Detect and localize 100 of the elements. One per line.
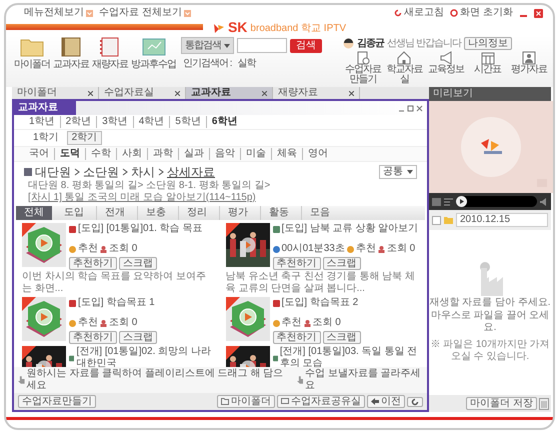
- filter-tab[interactable]: 모음: [301, 206, 338, 220]
- caret-icon: [224, 44, 230, 48]
- footer-button[interactable]: [407, 396, 423, 406]
- item-action-button[interactable]: 추천하기: [272, 257, 320, 270]
- people-icon: [378, 246, 385, 252]
- book-drawing[interactable]: [22, 297, 66, 341]
- volume-icon[interactable]: [540, 198, 548, 206]
- grade-link[interactable]: 2학년: [60, 116, 96, 128]
- item-type-icon: [69, 300, 76, 306]
- play-icon[interactable]: [240, 237, 256, 253]
- item-action-button[interactable]: 스크랩: [119, 331, 157, 344]
- item-title[interactable]: [도입] 학습목표 2: [282, 297, 358, 309]
- subject-link[interactable]: 실과: [178, 148, 209, 160]
- megaphone-icon: [439, 51, 454, 65]
- close-icon[interactable]: [88, 90, 93, 96]
- toolbar-button[interactable]: 교과자료: [53, 37, 89, 71]
- my-info-button[interactable]: 나의정보: [464, 37, 512, 50]
- footer-button[interactable]: 이전: [367, 395, 405, 408]
- date-field[interactable]: 2010.12.15: [456, 213, 548, 227]
- subject-link[interactable]: 수학: [85, 148, 116, 160]
- checkbox[interactable]: [432, 216, 441, 224]
- grade-link[interactable]: 3학년: [96, 116, 133, 128]
- quick-menu-button[interactable]: 교육정보: [426, 51, 466, 85]
- item-action-button[interactable]: 스크랩: [322, 331, 360, 344]
- lesson-link[interactable]: [차시 1] 통일 조국의 미래 모습 알아보기(114~115p): [28, 192, 256, 203]
- make-material-button[interactable]: 수업자료만들기: [18, 395, 96, 408]
- item-title[interactable]: [도입] 학습목표 1: [78, 297, 155, 309]
- filter-tab[interactable]: 도입: [56, 206, 92, 220]
- hand-icon: [296, 376, 304, 384]
- screen-icon[interactable]: [432, 198, 441, 206]
- breadcrumb-link[interactable]: 대단원: [35, 165, 71, 179]
- quick-menu-button[interactable]: 시간표: [468, 51, 508, 85]
- filter-tab[interactable]: 활동: [260, 206, 297, 220]
- grade-link[interactable]: 4학년: [132, 116, 170, 128]
- filter-dropdown[interactable]: 공통: [379, 165, 417, 179]
- corner-ribbon: [226, 297, 240, 311]
- reset-icon: [450, 9, 458, 17]
- window-controls-icon[interactable]: [399, 104, 423, 112]
- item-action-button[interactable]: 추천하기: [69, 331, 117, 344]
- item-title[interactable]: [도입] [01통일]01. 학습 목표: [78, 223, 202, 235]
- subject-link[interactable]: 사회: [116, 148, 147, 160]
- item-action-button[interactable]: 스크랩: [119, 257, 157, 270]
- footer-button[interactable]: 마이폴더: [217, 395, 275, 408]
- quick-menu-button[interactable]: 수업자료만들기: [343, 51, 383, 85]
- quick-menu-button[interactable]: 학교자료실: [384, 51, 424, 85]
- subject-link[interactable]: 국어: [24, 148, 54, 160]
- grade-link[interactable]: 5학년: [169, 116, 206, 128]
- filter-tab[interactable]: 전체: [16, 206, 52, 220]
- window-link[interactable]: 화면 초기화: [460, 7, 513, 19]
- filter-tab[interactable]: 보충: [137, 206, 174, 220]
- progress-track[interactable]: [456, 196, 537, 207]
- popular-keyword-link[interactable]: 실학: [238, 58, 256, 70]
- book-drawing[interactable]: [22, 223, 66, 267]
- semester-tab[interactable]: 2학기: [66, 131, 102, 145]
- close-icon[interactable]: [349, 90, 354, 96]
- search-scope-dropdown[interactable]: 통합검색: [181, 37, 234, 54]
- grid-icon: [24, 168, 32, 176]
- subject-link[interactable]: 도덕: [54, 148, 85, 160]
- window-link[interactable]: 새로고침: [404, 7, 444, 19]
- subject-link[interactable]: 음악: [209, 148, 240, 160]
- quick-menu-button[interactable]: 평가자료: [509, 51, 549, 85]
- toolbar-button[interactable]: 방과후수업: [131, 37, 176, 71]
- grade-link[interactable]: 1학년: [24, 116, 60, 128]
- path-text: 대단원 8. 평화 통일의 길> 소단원 8-1. 평화 통일의 길> [차시 1] 통일 조국의 미래 모습 알아보기(114~115p): [27, 179, 272, 205]
- breadcrumb-link[interactable]: 상세자료: [167, 165, 215, 179]
- close-icon[interactable]: [534, 8, 543, 18]
- filter-tab[interactable]: 정리: [178, 206, 215, 220]
- filter-tab[interactable]: 전개: [96, 206, 133, 220]
- recommend-text: 추천: [356, 243, 376, 255]
- tab[interactable]: 교과자료: [186, 87, 273, 99]
- breadcrumb-link[interactable]: 소단원: [83, 165, 119, 179]
- close-icon[interactable]: [175, 90, 180, 96]
- subject-link[interactable]: 과학: [147, 148, 178, 160]
- menu-link[interactable]: 수업자료 전체보기: [99, 7, 182, 19]
- footer-button[interactable]: 수업자료공유실: [277, 395, 365, 408]
- menu-link[interactable]: 메뉴전체보기: [24, 7, 84, 19]
- save-folder-button[interactable]: 마이폴더 저장: [466, 397, 537, 410]
- toolbar-button[interactable]: 재량자료: [92, 37, 128, 71]
- item-title[interactable]: [도입] 남북 교류 상황 알아보기: [282, 223, 418, 235]
- subject-link[interactable]: 체육: [271, 148, 302, 160]
- search-field[interactable]: [237, 38, 287, 53]
- subject-link[interactable]: 영어: [302, 148, 333, 160]
- semester-tab[interactable]: 1학기: [28, 131, 64, 145]
- book-drawing[interactable]: [226, 297, 270, 341]
- toolbar-button[interactable]: 마이폴더: [14, 37, 50, 71]
- document-icon: [356, 51, 370, 65]
- people-icon: [304, 320, 310, 326]
- playlist-icon[interactable]: [444, 198, 453, 206]
- item-action-button[interactable]: 스크랩: [322, 257, 360, 270]
- people-icon: [100, 320, 107, 326]
- subject-link[interactable]: 미술: [240, 148, 271, 160]
- search-button[interactable]: 검색: [290, 38, 322, 52]
- filter-tab[interactable]: 평가: [219, 206, 256, 220]
- item-action-button[interactable]: 추천하기: [69, 257, 117, 270]
- chevron-icon: [158, 168, 164, 176]
- grade-link[interactable]: 6학년: [206, 116, 242, 128]
- item-action-button[interactable]: 추천하기: [272, 331, 320, 344]
- play-button-icon[interactable]: [456, 196, 467, 207]
- breadcrumb-link[interactable]: 차시: [131, 165, 155, 179]
- close-icon[interactable]: [262, 90, 267, 96]
